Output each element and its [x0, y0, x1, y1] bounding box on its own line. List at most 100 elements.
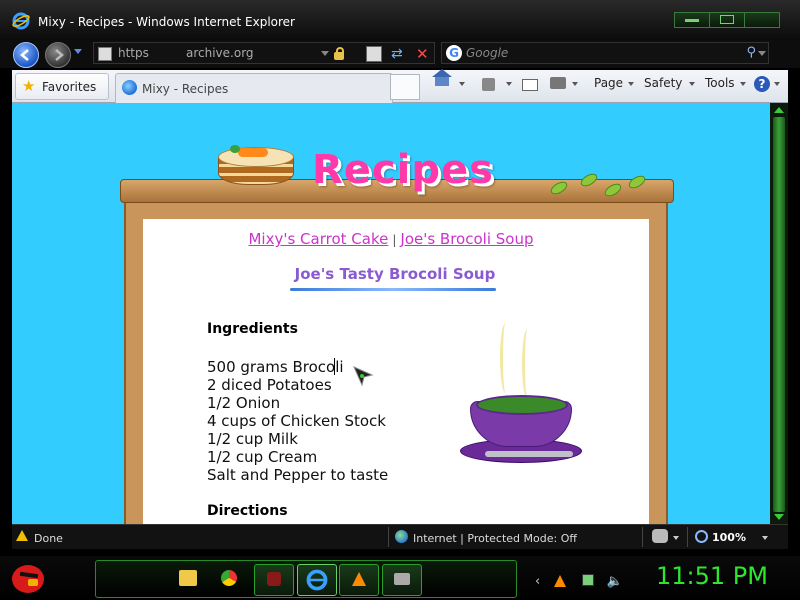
taskbar-clock[interactable]: 11:51 PM — [656, 562, 768, 590]
tools-dropdown-icon[interactable] — [740, 82, 746, 86]
safety-dropdown-icon[interactable] — [689, 82, 695, 86]
mail-icon[interactable] — [522, 79, 538, 91]
help-icon[interactable]: ? — [754, 76, 770, 92]
volume-icon[interactable]: 🔈 — [607, 574, 623, 589]
ingredient-item: 4 cups of Chicken Stock — [207, 412, 386, 430]
link-brocoli-soup[interactable]: Joe's Brocoli Soup — [400, 230, 533, 248]
vertical-scrollbar[interactable] — [770, 103, 788, 524]
close-button[interactable] — [745, 13, 779, 27]
page-content: Recipes Mixy's Carrot Cake | Joe's Brocoli… — [12, 103, 770, 524]
taskbar-app-red[interactable] — [254, 564, 294, 596]
directions-heading: Directions — [207, 503, 288, 519]
internet-explorer-icon — [306, 569, 328, 591]
warning-icon — [16, 530, 28, 541]
feeds-dropdown-icon[interactable] — [506, 82, 512, 86]
refresh-icon[interactable]: ⇄ — [391, 47, 403, 61]
recipes-logo: Recipes — [312, 147, 494, 193]
link-carrot-cake[interactable]: Mixy's Carrot Cake — [248, 230, 388, 248]
window-title: Mixy - Recipes - Windows Internet Explor… — [38, 15, 295, 29]
maximize-button[interactable] — [710, 13, 745, 27]
search-placeholder: Google — [466, 46, 509, 60]
tools-icon — [394, 573, 410, 585]
taskbar-internet-explorer[interactable] — [297, 564, 337, 596]
carrot-cake-image — [218, 145, 294, 187]
folder-icon[interactable] — [179, 570, 197, 586]
taskbar-app-tools[interactable] — [382, 564, 422, 596]
chrome-icon[interactable] — [221, 570, 237, 586]
tab-title: Mixy - Recipes — [142, 82, 229, 96]
title-bar: Mixy - Recipes - Windows Internet Explor… — [0, 0, 800, 41]
tray-expand-icon[interactable]: ‹ — [535, 574, 540, 589]
protected-mode-icon[interactable] — [652, 529, 668, 543]
new-tab-button[interactable] — [390, 74, 420, 100]
back-button[interactable] — [13, 42, 39, 68]
ingredient-item: 1/2 Onion — [207, 394, 281, 412]
lock-icon[interactable] — [334, 47, 344, 60]
address-host: archive.org — [186, 46, 254, 60]
home-icon[interactable] — [432, 69, 452, 86]
search-dropdown-icon[interactable] — [758, 51, 766, 56]
favorites-button[interactable]: ★ Favorites — [15, 73, 109, 100]
star-icon: ★ — [22, 77, 36, 95]
globe-icon — [395, 530, 408, 543]
taskbar-vlc[interactable] — [339, 564, 379, 596]
internet-explorer-icon — [12, 12, 30, 30]
security-zone[interactable]: Internet | Protected Mode: Off — [413, 532, 577, 545]
tab-mixy-recipes[interactable]: Mixy - Recipes — [115, 73, 393, 103]
vine-decoration — [542, 171, 662, 203]
page-menu[interactable]: Page — [594, 76, 623, 90]
scroll-up-icon[interactable] — [774, 107, 784, 113]
link-separator: | — [392, 233, 397, 247]
zoom-icon[interactable] — [695, 530, 708, 543]
google-icon: G — [446, 45, 462, 61]
address-dropdown-icon[interactable] — [321, 51, 329, 56]
forward-arrow-icon — [55, 49, 64, 61]
zoom-level[interactable]: 100% — [712, 531, 746, 544]
text-cursor — [334, 358, 335, 375]
scroll-thumb[interactable] — [773, 117, 785, 512]
forward-button[interactable] — [45, 42, 71, 68]
safety-menu[interactable]: Safety — [644, 76, 682, 90]
window-controls — [674, 12, 780, 28]
page-icon — [98, 47, 112, 61]
print-dropdown-icon[interactable] — [572, 82, 578, 86]
start-button[interactable] — [8, 559, 48, 597]
app-icon — [267, 572, 281, 586]
recent-pages-dropdown[interactable] — [74, 49, 82, 54]
ingredient-item: Salt and Pepper to taste — [207, 466, 389, 484]
help-dropdown-icon[interactable] — [774, 82, 780, 86]
stop-icon[interactable]: ✕ — [416, 45, 429, 63]
print-icon[interactable] — [550, 77, 566, 89]
command-bar: ★ Favorites Mixy - Recipes Page Safety T… — [12, 69, 788, 103]
vlc-tray-icon[interactable] — [554, 575, 567, 587]
internet-explorer-icon — [122, 80, 137, 95]
status-text: Done — [34, 532, 63, 545]
address-bar[interactable]: https archive.org ⇄ ✕ — [93, 42, 435, 64]
taskbar: ‹ 🔈 11:51 PM — [0, 556, 800, 600]
navigation-bar: https archive.org ⇄ ✕ G Google ⚲ — [0, 40, 800, 68]
ingredient-item: 1/2 cup Cream — [207, 448, 318, 466]
ingredient-item: 1/2 cup Milk — [207, 430, 298, 448]
back-arrow-icon — [20, 49, 29, 61]
tools-menu[interactable]: Tools — [705, 76, 735, 90]
page-dropdown-icon[interactable] — [628, 82, 634, 86]
network-icon[interactable] — [582, 574, 595, 586]
scroll-down-icon[interactable] — [774, 514, 784, 520]
address-protocol: https — [118, 46, 149, 60]
minimize-button[interactable] — [675, 13, 710, 27]
compatibility-view-icon[interactable] — [366, 46, 382, 62]
zoom-dropdown-icon[interactable] — [762, 536, 768, 540]
feeds-icon[interactable] — [482, 78, 495, 91]
search-icon[interactable]: ⚲ — [746, 45, 756, 60]
search-box[interactable]: G Google ⚲ — [441, 42, 769, 64]
ingredients-heading: Ingredients — [207, 321, 298, 337]
favorites-label: Favorites — [42, 80, 97, 94]
protected-mode-dropdown-icon[interactable] — [673, 536, 679, 540]
mouse-cursor-icon — [352, 365, 376, 393]
recipe-title: Joe's Tasty Brocoli Soup — [294, 265, 496, 283]
status-bar: Done Internet | Protected Mode: Off 100% — [12, 524, 788, 549]
system-tray: ‹ 🔈 — [535, 574, 623, 589]
soup-bowl-image — [460, 323, 582, 468]
recipe-links: Mixy's Carrot Cake | Joe's Brocoli Soup — [12, 230, 770, 248]
home-dropdown-icon[interactable] — [459, 82, 465, 86]
